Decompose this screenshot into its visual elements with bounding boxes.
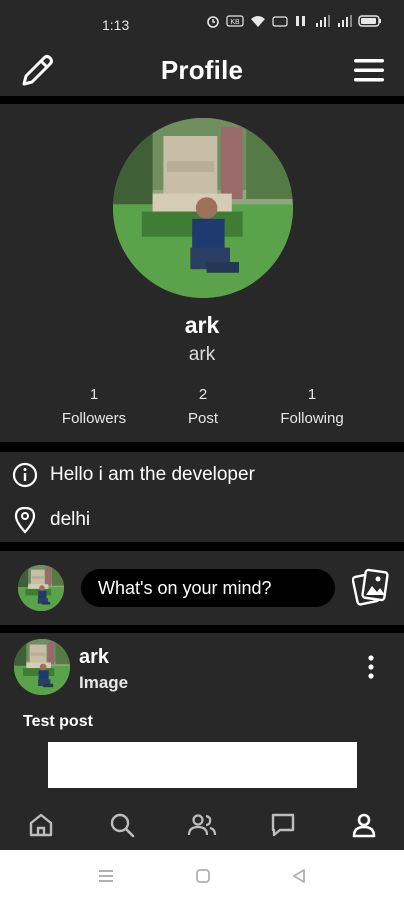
add-photo-button[interactable] bbox=[351, 567, 390, 607]
square-home-icon bbox=[196, 869, 210, 883]
stat-label: Following bbox=[280, 410, 344, 427]
post-composer: What's on your mind? bbox=[0, 551, 404, 625]
data-icon bbox=[296, 16, 305, 26]
info-icon bbox=[12, 462, 38, 488]
page-title: Profile bbox=[160, 55, 244, 85]
stat-label: Followers bbox=[61, 410, 127, 427]
app-header: Profile bbox=[0, 44, 404, 96]
nav-search[interactable] bbox=[104, 807, 140, 843]
status-icons: KB bbox=[206, 14, 382, 28]
signal-icon bbox=[316, 15, 330, 27]
recents-icon bbox=[99, 870, 113, 882]
profile-name: ark bbox=[184, 312, 220, 338]
stat-value: 1 bbox=[89, 386, 99, 403]
status-time: 1:13 bbox=[102, 17, 130, 33]
stat-following[interactable]: 1 Following bbox=[257, 386, 367, 427]
profile-username: ark bbox=[188, 344, 216, 365]
signal-icon bbox=[338, 15, 352, 27]
gallery-icon bbox=[351, 568, 389, 606]
wifi-icon bbox=[251, 16, 265, 27]
system-navigation-bar bbox=[0, 850, 404, 900]
stat-label: Post bbox=[187, 410, 218, 427]
chat-icon bbox=[271, 813, 295, 837]
home-system-button[interactable] bbox=[192, 865, 214, 887]
post-type: Image bbox=[79, 673, 129, 692]
post-card: ark Image Test post bbox=[0, 633, 404, 801]
back-triangle-icon bbox=[293, 869, 305, 883]
search-icon bbox=[110, 813, 135, 838]
whats-on-your-mind-input[interactable]: What's on your mind? bbox=[81, 569, 335, 607]
nav-people[interactable] bbox=[184, 807, 220, 843]
post-author-name[interactable]: ark bbox=[79, 646, 109, 669]
bottom-navigation bbox=[0, 801, 404, 850]
location-row: delhi bbox=[12, 506, 90, 534]
post-image[interactable] bbox=[48, 742, 357, 788]
info-card: Hello i am the developer delhi bbox=[0, 452, 404, 542]
people-icon bbox=[187, 814, 217, 836]
status-bar: 1:13 KB bbox=[0, 0, 404, 44]
stat-posts[interactable]: 2 Post bbox=[148, 386, 258, 427]
location-icon bbox=[14, 506, 36, 534]
home-icon bbox=[29, 813, 53, 837]
battery-icon bbox=[358, 15, 381, 27]
nav-profile[interactable] bbox=[346, 807, 382, 843]
post-caption: Test post bbox=[23, 713, 93, 730]
volte-icon bbox=[272, 16, 288, 27]
back-button[interactable] bbox=[288, 865, 310, 887]
nav-chat[interactable] bbox=[265, 807, 301, 843]
more-vertical-icon bbox=[368, 655, 374, 679]
location-text: delhi bbox=[50, 509, 91, 530]
menu-icon bbox=[354, 59, 384, 82]
menu-button[interactable] bbox=[352, 56, 386, 84]
stat-value: 2 bbox=[198, 386, 208, 403]
svg-text:KB: KB bbox=[230, 19, 240, 26]
profile-card: ark ark 1 Followers 2 Post 1 Following bbox=[0, 104, 404, 442]
profile-avatar[interactable] bbox=[113, 118, 293, 298]
stat-followers[interactable]: 1 Followers bbox=[39, 386, 149, 427]
post-options-button[interactable] bbox=[360, 653, 382, 683]
profile-icon bbox=[352, 813, 376, 838]
recent-apps-button[interactable] bbox=[95, 865, 117, 887]
bio-row: Hello i am the developer bbox=[12, 462, 255, 488]
bio-text: Hello i am the developer bbox=[50, 464, 255, 485]
nav-home[interactable] bbox=[23, 807, 59, 843]
composer-avatar bbox=[18, 565, 64, 611]
post-author-avatar[interactable] bbox=[14, 639, 70, 695]
stat-value: 1 bbox=[307, 386, 317, 403]
speed-icon: KB bbox=[226, 15, 244, 27]
alarm-icon bbox=[207, 16, 219, 28]
app-screen: 1:13 KB Profile ark ark 1 Followers 2 Po… bbox=[0, 0, 404, 900]
